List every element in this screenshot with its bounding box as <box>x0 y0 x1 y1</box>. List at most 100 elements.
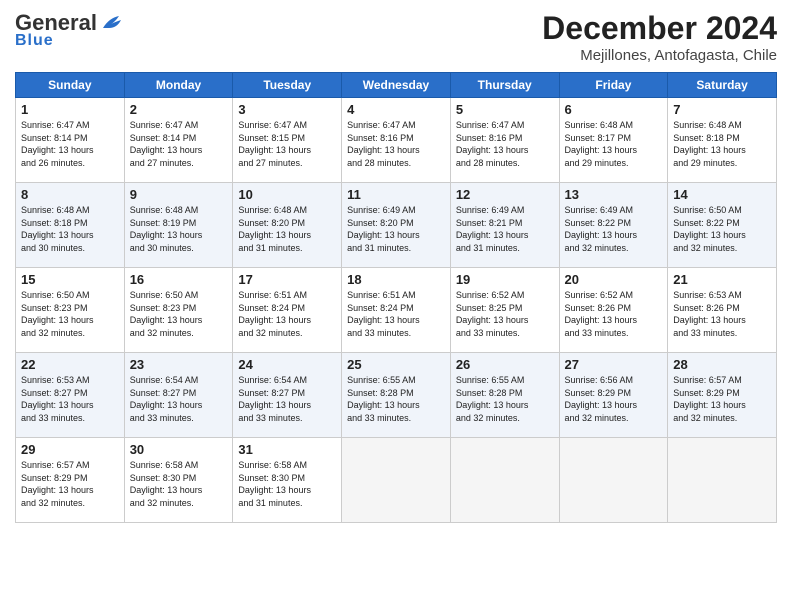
calendar-cell: 16 Sunrise: 6:50 AMSunset: 8:23 PMDayligh… <box>124 268 233 353</box>
cell-info: Sunrise: 6:57 AMSunset: 8:29 PMDaylight:… <box>21 459 119 509</box>
cell-info: Sunrise: 6:58 AMSunset: 8:30 PMDaylight:… <box>130 459 228 509</box>
calendar-cell: 3 Sunrise: 6:47 AMSunset: 8:15 PMDaylight… <box>233 98 342 183</box>
day-number: 18 <box>347 272 445 287</box>
day-number: 21 <box>673 272 771 287</box>
calendar-cell: 6Sunrise: 6:48 AMSunset: 8:17 PMDaylight… <box>559 98 668 183</box>
header-tuesday: Tuesday <box>233 73 342 98</box>
day-number: 12 <box>456 187 554 202</box>
day-number: 28 <box>673 357 771 372</box>
calendar-week-row: 22 Sunrise: 6:53 AMSunset: 8:27 PMDayligh… <box>16 353 777 438</box>
calendar-week-row: 1 Sunrise: 6:47 AMSunset: 8:14 PMDaylight… <box>16 98 777 183</box>
logo-bird-icon <box>101 14 123 32</box>
calendar-cell <box>559 438 668 523</box>
cell-info: Sunrise: 6:54 AMSunset: 8:27 PMDaylight:… <box>238 374 336 424</box>
header-saturday: Saturday <box>668 73 777 98</box>
day-number: 25 <box>347 357 445 372</box>
day-number: 10 <box>238 187 336 202</box>
title-block: December 2024 Mejillones, Antofagasta, C… <box>542 10 777 64</box>
calendar-table: Sunday Monday Tuesday Wednesday Thursday… <box>15 72 777 523</box>
day-number: 24 <box>238 357 336 372</box>
header-sunday: Sunday <box>16 73 125 98</box>
calendar-cell: 29 Sunrise: 6:57 AMSunset: 8:29 PMDayligh… <box>16 438 125 523</box>
day-number: 19 <box>456 272 554 287</box>
calendar-cell: 18 Sunrise: 6:51 AMSunset: 8:24 PMDayligh… <box>342 268 451 353</box>
day-number: 15 <box>21 272 119 287</box>
calendar-cell: 1 Sunrise: 6:47 AMSunset: 8:14 PMDaylight… <box>16 98 125 183</box>
day-number: 11 <box>347 187 445 202</box>
calendar-cell: 23 Sunrise: 6:54 AMSunset: 8:27 PMDayligh… <box>124 353 233 438</box>
calendar-week-row: 15 Sunrise: 6:50 AMSunset: 8:23 PMDayligh… <box>16 268 777 353</box>
title-month: December 2024 <box>542 10 777 47</box>
cell-info: Sunrise: 6:47 AMSunset: 8:15 PMDaylight:… <box>238 119 336 169</box>
cell-info: Sunrise: 6:48 AMSunset: 8:20 PMDaylight:… <box>238 204 336 254</box>
day-number: 7 <box>673 102 771 117</box>
calendar-cell: 31Sunrise: 6:58 AMSunset: 8:30 PMDayligh… <box>233 438 342 523</box>
day-number: 30 <box>130 442 228 457</box>
day-number: 5 <box>456 102 554 117</box>
cell-info: Sunrise: 6:53 AMSunset: 8:26 PMDaylight:… <box>673 289 771 339</box>
cell-info: Sunrise: 6:53 AMSunset: 8:27 PMDaylight:… <box>21 374 119 424</box>
cell-info: Sunrise: 6:48 AMSunset: 8:19 PMDaylight:… <box>130 204 228 254</box>
calendar-cell: 4 Sunrise: 6:47 AMSunset: 8:16 PMDaylight… <box>342 98 451 183</box>
cell-info: Sunrise: 6:54 AMSunset: 8:27 PMDaylight:… <box>130 374 228 424</box>
cell-info: Sunrise: 6:58 AMSunset: 8:30 PMDaylight:… <box>238 459 336 509</box>
calendar-cell: 28Sunrise: 6:57 AMSunset: 8:29 PMDayligh… <box>668 353 777 438</box>
cell-info: Sunrise: 6:47 AMSunset: 8:16 PMDaylight:… <box>456 119 554 169</box>
calendar-cell: 12 Sunrise: 6:49 AMSunset: 8:21 PMDayligh… <box>450 183 559 268</box>
cell-info: Sunrise: 6:49 AMSunset: 8:20 PMDaylight:… <box>347 204 445 254</box>
cell-info: Sunrise: 6:55 AMSunset: 8:28 PMDaylight:… <box>456 374 554 424</box>
logo: General Blue <box>15 10 123 50</box>
calendar-cell <box>450 438 559 523</box>
day-number: 13 <box>565 187 663 202</box>
header-friday: Friday <box>559 73 668 98</box>
cell-info: Sunrise: 6:49 AMSunset: 8:21 PMDaylight:… <box>456 204 554 254</box>
calendar-cell: 27Sunrise: 6:56 AMSunset: 8:29 PMDayligh… <box>559 353 668 438</box>
day-number: 4 <box>347 102 445 117</box>
header-monday: Monday <box>124 73 233 98</box>
day-number: 20 <box>565 272 663 287</box>
calendar-cell <box>342 438 451 523</box>
day-number: 17 <box>238 272 336 287</box>
cell-info: Sunrise: 6:47 AMSunset: 8:16 PMDaylight:… <box>347 119 445 169</box>
cell-info: Sunrise: 6:50 AMSunset: 8:22 PMDaylight:… <box>673 204 771 254</box>
calendar-cell: 19Sunrise: 6:52 AMSunset: 8:25 PMDayligh… <box>450 268 559 353</box>
cell-info: Sunrise: 6:50 AMSunset: 8:23 PMDaylight:… <box>130 289 228 339</box>
cell-info: Sunrise: 6:49 AMSunset: 8:22 PMDaylight:… <box>565 204 663 254</box>
calendar-cell: 25Sunrise: 6:55 AMSunset: 8:28 PMDayligh… <box>342 353 451 438</box>
day-number: 8 <box>21 187 119 202</box>
day-number: 14 <box>673 187 771 202</box>
cell-info: Sunrise: 6:47 AMSunset: 8:14 PMDaylight:… <box>130 119 228 169</box>
cell-info: Sunrise: 6:47 AMSunset: 8:14 PMDaylight:… <box>21 119 119 169</box>
calendar-cell: 7 Sunrise: 6:48 AMSunset: 8:18 PMDaylight… <box>668 98 777 183</box>
day-number: 22 <box>21 357 119 372</box>
calendar-cell: 5 Sunrise: 6:47 AMSunset: 8:16 PMDaylight… <box>450 98 559 183</box>
calendar-cell: 30 Sunrise: 6:58 AMSunset: 8:30 PMDayligh… <box>124 438 233 523</box>
cell-info: Sunrise: 6:52 AMSunset: 8:26 PMDaylight:… <box>565 289 663 339</box>
cell-info: Sunrise: 6:51 AMSunset: 8:24 PMDaylight:… <box>347 289 445 339</box>
calendar-cell: 22 Sunrise: 6:53 AMSunset: 8:27 PMDayligh… <box>16 353 125 438</box>
cell-info: Sunrise: 6:48 AMSunset: 8:18 PMDaylight:… <box>21 204 119 254</box>
calendar-cell: 13 Sunrise: 6:49 AMSunset: 8:22 PMDayligh… <box>559 183 668 268</box>
header: General Blue December 2024 Mejillones, A… <box>15 10 777 64</box>
calendar-header-row: Sunday Monday Tuesday Wednesday Thursday… <box>16 73 777 98</box>
day-number: 16 <box>130 272 228 287</box>
calendar-cell: 15Sunrise: 6:50 AMSunset: 8:23 PMDayligh… <box>16 268 125 353</box>
day-number: 27 <box>565 357 663 372</box>
calendar-cell: 26Sunrise: 6:55 AMSunset: 8:28 PMDayligh… <box>450 353 559 438</box>
day-number: 6 <box>565 102 663 117</box>
calendar-cell: 8 Sunrise: 6:48 AMSunset: 8:18 PMDaylight… <box>16 183 125 268</box>
calendar-cell: 21 Sunrise: 6:53 AMSunset: 8:26 PMDayligh… <box>668 268 777 353</box>
page: General Blue December 2024 Mejillones, A… <box>0 0 792 612</box>
calendar-cell: 2Sunrise: 6:47 AMSunset: 8:14 PMDaylight… <box>124 98 233 183</box>
calendar-cell: 17Sunrise: 6:51 AMSunset: 8:24 PMDayligh… <box>233 268 342 353</box>
day-number: 3 <box>238 102 336 117</box>
calendar-week-row: 29 Sunrise: 6:57 AMSunset: 8:29 PMDayligh… <box>16 438 777 523</box>
calendar-week-row: 8 Sunrise: 6:48 AMSunset: 8:18 PMDaylight… <box>16 183 777 268</box>
cell-info: Sunrise: 6:48 AMSunset: 8:18 PMDaylight:… <box>673 119 771 169</box>
day-number: 1 <box>21 102 119 117</box>
calendar-cell: 14 Sunrise: 6:50 AMSunset: 8:22 PMDayligh… <box>668 183 777 268</box>
day-number: 29 <box>21 442 119 457</box>
calendar-cell: 9Sunrise: 6:48 AMSunset: 8:19 PMDaylight… <box>124 183 233 268</box>
day-number: 23 <box>130 357 228 372</box>
header-wednesday: Wednesday <box>342 73 451 98</box>
